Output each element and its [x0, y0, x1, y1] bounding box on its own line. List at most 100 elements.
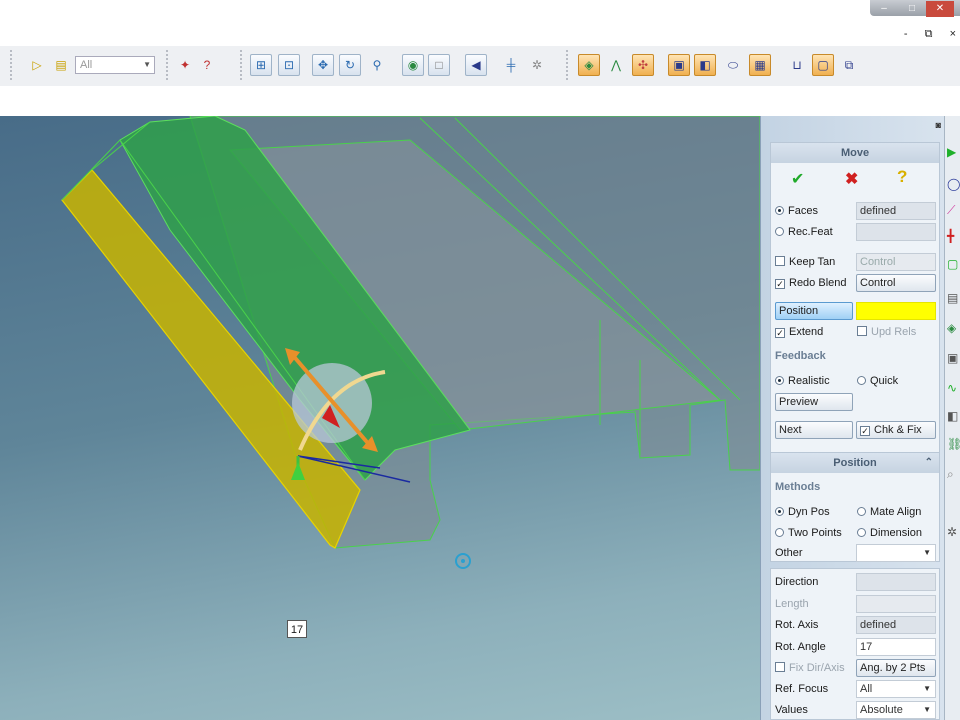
search-icon[interactable]: ⌕: [947, 466, 960, 482]
help-cursor-icon[interactable]: ?: [196, 54, 218, 76]
chkfix-button[interactable]: ✓ Chk & Fix: [856, 421, 936, 439]
position-color-field[interactable]: [856, 302, 936, 320]
toolbar-grip: [566, 50, 568, 80]
checkbox-box: [775, 662, 785, 672]
redoblend-control-button[interactable]: Control: [856, 274, 936, 292]
radio-dot: [857, 376, 866, 385]
parameters-box: Direction Length Rot. Axis defined Rot. …: [770, 568, 940, 720]
dimension-label[interactable]: 17: [287, 620, 307, 638]
doc-restore-button[interactable]: ⧉: [925, 28, 933, 40]
previous-view-icon[interactable]: ◀: [465, 54, 487, 76]
length-field: [856, 595, 936, 613]
clipboard-icon[interactable]: ▤: [947, 290, 960, 306]
doc-minimize-button[interactable]: -: [904, 28, 908, 40]
close-button[interactable]: ✕: [926, 1, 954, 17]
circle-icon[interactable]: ◯: [947, 176, 960, 192]
angby2pts-button[interactable]: Ang. by 2 Pts: [856, 659, 936, 677]
realistic-radio[interactable]: Realistic: [775, 372, 830, 390]
matealign-radio[interactable]: Mate Align: [857, 503, 921, 521]
doc-close-button[interactable]: ×: [950, 28, 956, 40]
spline-icon[interactable]: ∿: [947, 380, 960, 396]
window-caption-buttons: – □ ✕: [870, 0, 960, 17]
reffocus-combo[interactable]: All ▼: [856, 680, 936, 698]
solid-box-icon[interactable]: ▣: [668, 54, 690, 76]
3d-viewport[interactable]: 17: [0, 116, 760, 720]
rotangle-label: Rot. Angle: [775, 641, 826, 653]
collapse-icon[interactable]: ⌃: [925, 453, 933, 473]
multi-box-icon[interactable]: ⧉: [838, 54, 860, 76]
select-arrow-icon[interactable]: ▷: [26, 54, 48, 76]
title-bar: – □ ✕: [0, 0, 960, 22]
wireframe-icon[interactable]: □: [428, 54, 450, 76]
maximize-button[interactable]: □: [898, 1, 926, 17]
red-x-icon[interactable]: ✖: [845, 169, 858, 189]
quick-radio[interactable]: Quick: [857, 372, 898, 390]
radio-dot: [775, 227, 784, 236]
shaded-icon[interactable]: ◉: [402, 54, 424, 76]
reffocus-label: Ref. Focus: [775, 683, 829, 695]
play-icon[interactable]: ▶: [947, 144, 960, 160]
axis-icon[interactable]: ╋: [947, 228, 960, 244]
cylinder-icon[interactable]: ⬭: [722, 54, 744, 76]
sketch-arrow-icon[interactable]: ✦: [174, 54, 196, 76]
cube-icon[interactable]: ◧: [947, 408, 960, 424]
box-icon[interactable]: ▣: [947, 350, 960, 366]
twopoints-radio[interactable]: Two Points: [775, 524, 842, 542]
redoblend-label: Redo Blend: [789, 277, 847, 289]
yellow-question-icon[interactable]: ?: [897, 167, 907, 187]
layers-icon[interactable]: ◈: [947, 320, 960, 336]
zoom-window-icon[interactable]: ⊡: [278, 54, 300, 76]
zoom-icon[interactable]: ⚲: [366, 54, 388, 76]
redoblend-checkbox[interactable]: ✓ Redo Blend: [775, 274, 847, 292]
preview-button[interactable]: Preview: [775, 393, 853, 411]
length-label: Length: [775, 598, 809, 610]
values-combo[interactable]: Absolute ▼: [856, 701, 936, 719]
edge-select-icon[interactable]: ⋀: [605, 54, 627, 76]
box-select-icon[interactable]: ▢: [812, 54, 834, 76]
extend-checkbox[interactable]: ✓ Extend: [775, 323, 823, 341]
radio-dot: [775, 206, 784, 215]
settings-icon[interactable]: ✲: [526, 54, 548, 76]
right-icon-strip: ▶ ◯ ⟋ ╋ ▢ ▤ ◈ ▣ ∿ ◧ ⛓ ⌕ ✲: [944, 116, 960, 720]
other-label: Other: [775, 547, 803, 559]
pan-icon[interactable]: ✥: [312, 54, 334, 76]
updrels-checkbox: Upd Rels: [857, 323, 916, 341]
surface-icon[interactable]: ▦: [749, 54, 771, 76]
values-value: Absolute: [860, 704, 903, 716]
vertex-select-icon[interactable]: ✣: [632, 54, 654, 76]
open-box-icon[interactable]: ⊔: [786, 54, 808, 76]
rotangle-input[interactable]: 17: [856, 638, 936, 656]
face-select-icon[interactable]: ◈: [578, 54, 600, 76]
select-list-icon[interactable]: ▤: [50, 54, 72, 76]
pin-icon[interactable]: ◙: [936, 120, 941, 130]
main-toolbar: ▷ ▤ All ▼ ✦ ? ⊞ ⊡ ✥ ↻ ⚲ ◉ □ ◀ ╪ ✲ ◈ ⋀ ✣ ▣…: [0, 46, 960, 86]
face-box-icon[interactable]: ◧: [694, 54, 716, 76]
dimension-radio[interactable]: Dimension: [857, 524, 922, 542]
selection-filter-combo[interactable]: All ▼: [75, 56, 155, 74]
chevron-down-icon: ▼: [923, 548, 931, 557]
filter-value: All: [80, 59, 93, 71]
position-button[interactable]: Position: [775, 302, 853, 320]
dynpos-radio[interactable]: Dyn Pos: [775, 503, 830, 521]
zoom-all-icon[interactable]: ⊞: [250, 54, 272, 76]
rotaxis-field[interactable]: defined: [856, 616, 936, 634]
recfeat-field[interactable]: [856, 223, 936, 241]
direction-field[interactable]: [856, 573, 936, 591]
minimize-button[interactable]: –: [870, 1, 898, 17]
grid-icon[interactable]: ╪: [500, 54, 522, 76]
curve-icon[interactable]: ⟋: [947, 202, 960, 218]
chain-icon[interactable]: ⛓: [947, 436, 960, 452]
recfeat-radio[interactable]: Rec.Feat: [775, 223, 833, 241]
green-check-icon[interactable]: ✔: [791, 169, 804, 189]
faces-field[interactable]: defined: [856, 202, 936, 220]
other-combo[interactable]: ▼: [856, 544, 936, 562]
rotate-icon[interactable]: ↻: [339, 54, 361, 76]
gear-icon[interactable]: ✲: [947, 524, 960, 540]
faces-radio[interactable]: Faces: [775, 202, 818, 220]
rectangle-icon[interactable]: ▢: [947, 256, 960, 272]
keeptan-checkbox[interactable]: Keep Tan: [775, 253, 835, 271]
radio-dot: [775, 507, 784, 516]
next-button[interactable]: Next: [775, 421, 853, 439]
move-box: Move ✔ ✖ ? Faces defined Rec.Feat Keep T…: [770, 142, 940, 464]
rotaxis-label: Rot. Axis: [775, 619, 819, 631]
